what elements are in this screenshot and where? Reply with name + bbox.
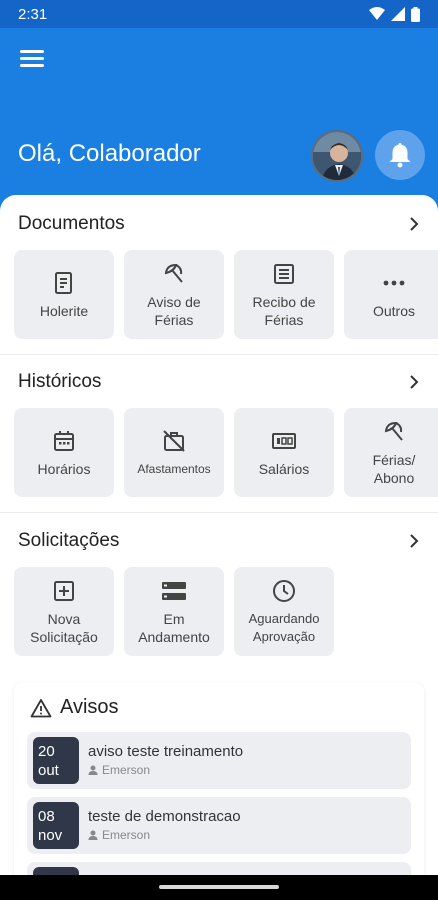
- more-dots-icon: [383, 280, 405, 285]
- menu-icon: [20, 50, 44, 53]
- person-icon: [88, 765, 98, 775]
- divider: [0, 512, 438, 513]
- section-documentos-header[interactable]: Documentos: [18, 213, 420, 235]
- status-bar: 2:31: [0, 0, 438, 28]
- aviso-author-name: Emerson: [102, 828, 151, 842]
- documentos-tiles: Holerite Aviso de Férias Recibo de Féria…: [14, 250, 438, 339]
- avisos-header: Avisos: [30, 696, 119, 719]
- tile-outros[interactable]: Outros: [344, 250, 438, 339]
- money-icon: [272, 432, 296, 449]
- section-title: Documentos: [18, 213, 125, 234]
- tile-label: Recibo de Férias: [252, 293, 316, 328]
- aviso-item[interactable]: 20 out aviso teste treinamento Emerson: [27, 732, 411, 789]
- warning-icon: [30, 698, 52, 717]
- clock-icon: [273, 579, 295, 602]
- work-off-icon: [163, 429, 185, 452]
- tile-holerite[interactable]: Holerite: [14, 250, 114, 339]
- content-panel: Documentos Holerite Aviso de Férias Reci…: [0, 195, 438, 875]
- system-nav-bar: [0, 875, 438, 900]
- section-title: Solicitações: [18, 530, 120, 551]
- aviso-author: Emerson: [88, 763, 150, 777]
- aviso-title: teste de demonstracao: [88, 808, 241, 825]
- person-icon: [88, 830, 98, 840]
- solicitacoes-tiles: Nova Solicitação Em Andamento Aguardando…: [14, 567, 334, 656]
- aviso-item[interactable]: 08 nov teste de demonstracao Emerson: [27, 797, 411, 854]
- tile-label: Afastamentos: [137, 461, 211, 476]
- status-time: 2:31: [18, 5, 48, 23]
- tile-afastamentos[interactable]: Afastamentos: [124, 408, 224, 497]
- receipt-icon: [55, 271, 72, 294]
- aviso-date: 20 out: [33, 737, 79, 784]
- signal-icon: [391, 7, 405, 21]
- umbrella-icon: [384, 421, 403, 441]
- aviso-month: nov: [38, 827, 63, 844]
- aviso-day: 08: [38, 808, 55, 825]
- aviso-day: 20: [38, 743, 55, 760]
- battery-icon: [411, 6, 420, 22]
- aviso-item[interactable]: [27, 862, 411, 875]
- aviso-author: Emerson: [88, 828, 150, 842]
- tile-ferias-abono[interactable]: Férias/ Abono: [344, 408, 438, 497]
- tile-salarios[interactable]: Salários: [234, 408, 334, 497]
- add-box-icon: [54, 580, 74, 601]
- umbrella-icon: [164, 263, 183, 283]
- aviso-title: aviso teste treinamento: [88, 743, 244, 760]
- aviso-date: [33, 867, 79, 875]
- section-solicitacoes-header[interactable]: Solicitações: [18, 530, 420, 552]
- chevron-right-icon: [410, 217, 419, 231]
- historicos-tiles: Horários Afastamentos Salários Férias/ A…: [14, 408, 438, 497]
- tile-em-andamento[interactable]: Em Andamento: [124, 567, 224, 656]
- status-icons: [369, 6, 420, 22]
- tile-aguardando-aprovacao[interactable]: Aguardando Aprovação: [234, 567, 334, 656]
- aviso-author-name: Emerson: [102, 763, 151, 777]
- app-header: Olá, Colaborador: [0, 28, 438, 203]
- section-historicos-header[interactable]: Históricos: [18, 371, 420, 393]
- tile-aviso-ferias[interactable]: Aviso de Férias: [124, 250, 224, 339]
- tile-label: Nova Solicitação: [30, 610, 98, 645]
- menu-button[interactable]: [20, 50, 44, 68]
- aviso-date: 08 nov: [33, 802, 79, 849]
- avisos-title: Avisos: [60, 696, 119, 718]
- tile-label: Aguardando Aprovação: [248, 610, 320, 644]
- divider: [0, 354, 438, 355]
- bell-icon: [389, 143, 411, 168]
- wifi-icon: [369, 7, 385, 20]
- tile-label: Aviso de Férias: [147, 293, 201, 328]
- tile-label: Salários: [258, 460, 310, 477]
- avatar-photo: [313, 132, 361, 180]
- document-list-icon: [274, 263, 294, 284]
- tile-recibo-ferias[interactable]: Recibo de Férias: [234, 250, 334, 339]
- greeting: Olá, Colaborador: [18, 140, 201, 168]
- calendar-icon: [54, 430, 74, 451]
- tile-label: Horários: [37, 460, 91, 477]
- greeting-prefix: Olá,: [18, 140, 69, 167]
- tile-horarios[interactable]: Horários: [14, 408, 114, 497]
- tile-label: Em Andamento: [138, 610, 210, 645]
- avisos-card: Avisos 20 out aviso teste treinamento Em…: [14, 682, 424, 875]
- storage-icon: [162, 581, 186, 600]
- tile-label: Outros: [372, 302, 415, 319]
- notifications-button[interactable]: [375, 130, 425, 180]
- chevron-right-icon: [410, 534, 419, 548]
- avatar[interactable]: [311, 130, 363, 182]
- tile-label: Holerite: [39, 302, 89, 319]
- aviso-month: out: [38, 762, 59, 779]
- tile-nova-solicitacao[interactable]: Nova Solicitação: [14, 567, 114, 656]
- home-gesture-handle[interactable]: [159, 885, 279, 889]
- user-name: Colaborador: [68, 140, 201, 167]
- tile-label: Férias/ Abono: [372, 451, 416, 486]
- section-title: Históricos: [18, 371, 102, 392]
- chevron-right-icon: [410, 375, 419, 389]
